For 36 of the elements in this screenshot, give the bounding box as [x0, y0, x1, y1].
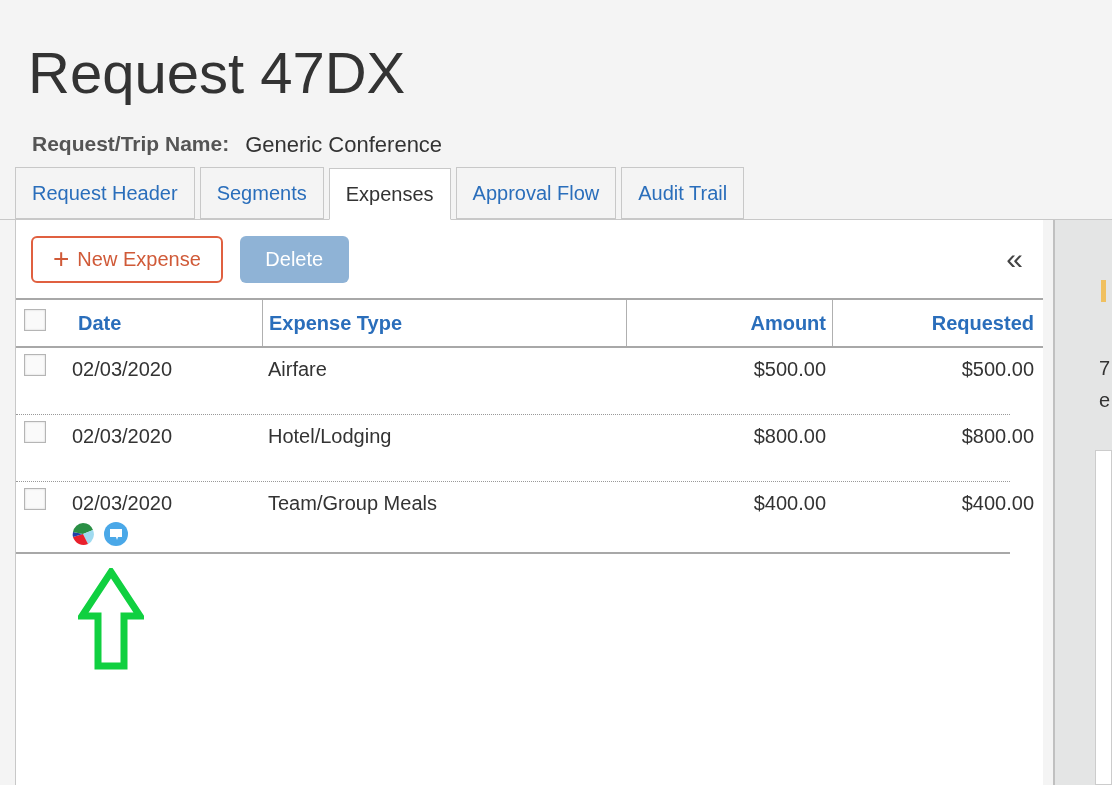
amount-cell-text: $500.00: [753, 357, 826, 382]
requested-cell-text: $800.00: [961, 424, 1034, 449]
pie-chart-icon[interactable]: [72, 523, 94, 545]
expense-type-cell: Team/Group Meals: [268, 492, 437, 514]
tab[interactable]: Segments: [199, 167, 324, 219]
tab[interactable]: Audit Trail: [621, 167, 745, 219]
tab[interactable]: Approval Flow: [455, 167, 617, 219]
column-header[interactable]: Date: [78, 308, 122, 338]
new-expense-button[interactable]: + New Expense: [31, 235, 223, 283]
side-panel-text: e: [1099, 390, 1112, 410]
expense-type-cell: Hotel/Lodging: [268, 425, 392, 447]
trip-name-label: Request/Trip Name:: [32, 131, 230, 157]
expense-type-cell: Airfare: [268, 358, 327, 380]
tab[interactable]: Request Header: [15, 167, 195, 219]
checkbox[interactable]: [24, 488, 46, 510]
date-cell-text: 02/03/2020: [72, 357, 174, 382]
tab[interactable]: Expenses: [328, 168, 451, 220]
collapse-button[interactable]: «: [1006, 244, 1023, 274]
trip-name-value: Generic Conference: [245, 131, 443, 159]
requested-cell-text: $500.00: [961, 357, 1034, 382]
arrow-icon: [78, 568, 144, 670]
side-panel-text: 7: [1099, 358, 1112, 378]
column-header[interactable]: Requested: [931, 308, 1034, 338]
comment-icon[interactable]: [104, 522, 128, 546]
column-header[interactable]: Amount: [750, 308, 826, 338]
column-header[interactable]: Expense Type: [269, 308, 403, 338]
amount-cell-text: $400.00: [753, 491, 826, 516]
plus-icon: +: [53, 245, 70, 273]
marker-icon: [1101, 280, 1106, 302]
checkbox[interactable]: [24, 308, 46, 331]
checkbox[interactable]: [24, 421, 46, 443]
amount-cell-text: $800.00: [753, 424, 826, 449]
checkbox[interactable]: [24, 354, 46, 376]
date-cell-text: 02/03/2020: [72, 491, 174, 516]
requested-cell-text: $400.00: [961, 491, 1034, 516]
date-cell-text: 02/03/2020: [72, 424, 174, 449]
